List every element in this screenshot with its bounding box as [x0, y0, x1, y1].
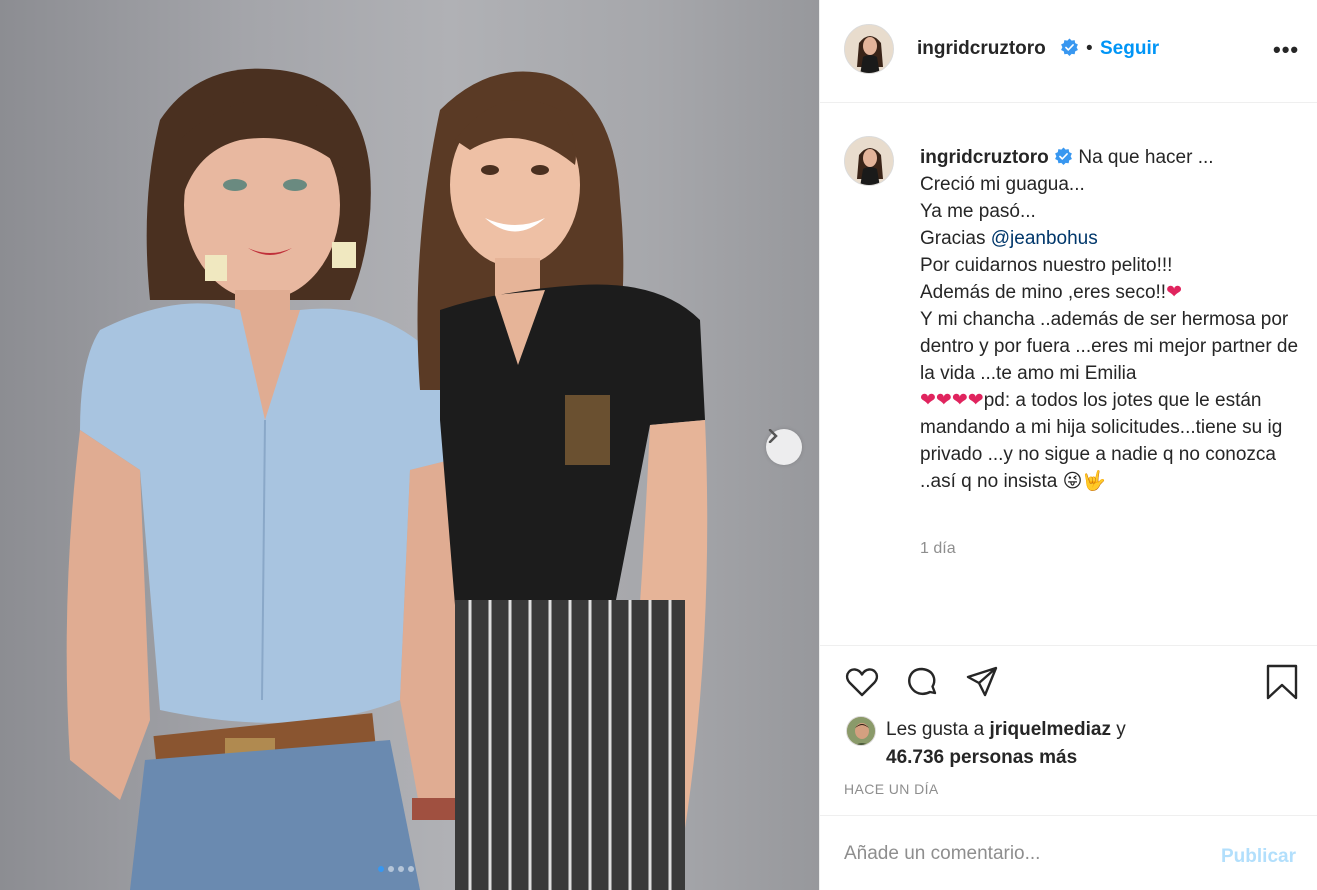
comment-box: Publicar — [820, 815, 1317, 890]
heart-emoji: ❤ — [951, 390, 968, 411]
caption-avatar[interactable] — [844, 136, 894, 186]
more-options-button[interactable]: ••• — [1273, 37, 1299, 63]
caption-line: Y mi chancha ..además de ser hermosa por… — [920, 309, 1304, 384]
carousel-dot — [378, 866, 384, 872]
post-actions: Les gusta a jriquelmediaz y 46.736 perso… — [820, 645, 1317, 815]
wink-emoji: 😜 — [1062, 471, 1083, 492]
liker-avatar[interactable] — [846, 716, 876, 746]
carousel-indicator — [378, 866, 414, 872]
carousel-dot — [398, 866, 404, 872]
caption-text: ingridcruztoro Na que hacer ... Creció m… — [920, 144, 1300, 495]
comment-icon[interactable] — [904, 664, 940, 700]
next-photo-button[interactable] — [766, 429, 802, 465]
follow-button[interactable]: Seguir — [1100, 38, 1159, 60]
separator-dot: • — [1086, 38, 1093, 59]
caption-line: Ya me pasó... — [920, 201, 1036, 222]
comment-input[interactable] — [844, 843, 1194, 865]
heart-emoji: ❤ — [935, 390, 952, 411]
avatar-image — [845, 137, 893, 185]
chevron-right-icon — [768, 429, 778, 443]
caption-time: 1 día — [920, 540, 956, 557]
caption-line: Por cuidarnos nuestro pelito!!! — [920, 255, 1173, 276]
liker-username[interactable]: jriquelmediaz — [990, 719, 1111, 740]
likes-summary: Les gusta a jriquelmediaz y 46.736 perso… — [886, 716, 1126, 772]
caption-line: Además de mino ,eres seco!! — [920, 282, 1167, 303]
heart-emoji: ❤ — [967, 390, 984, 411]
heart-emoji: ❤ — [920, 390, 936, 411]
likes-prefix: Les gusta a — [886, 719, 990, 740]
caption-area: ingridcruztoro Na que hacer ... Creció m… — [820, 104, 1317, 644]
carousel-dot — [408, 866, 414, 872]
caption-line: Gracias — [920, 228, 991, 249]
heart-emoji: ❤ — [1166, 282, 1182, 303]
caption-line: Creció mi guagua... — [920, 174, 1085, 195]
heart-icon[interactable] — [844, 664, 880, 700]
caption-username[interactable]: ingridcruztoro — [920, 147, 1049, 168]
publish-button[interactable]: Publicar — [1221, 846, 1296, 868]
verified-badge-icon — [1061, 38, 1078, 56]
avatar[interactable] — [844, 24, 894, 74]
username-link[interactable]: ingridcruztoro — [917, 38, 1046, 60]
photo-illustration — [66, 68, 708, 890]
hand-emoji: 🤟 — [1082, 471, 1107, 492]
post-photo[interactable] — [0, 0, 819, 890]
avatar-image — [847, 717, 875, 745]
post-side-panel: ingridcruztoro • Seguir ••• ingridcruzto… — [819, 0, 1317, 890]
post-timestamp: HACE UN DÍA — [844, 781, 939, 797]
bookmark-icon[interactable] — [1264, 664, 1300, 700]
caption-line: Na que hacer ... — [1078, 147, 1214, 168]
verified-badge-icon — [1055, 147, 1072, 165]
carousel-dot — [388, 866, 394, 872]
mention-link[interactable]: @jeanbohus — [991, 228, 1098, 249]
avatar-image — [845, 25, 893, 73]
post-header: ingridcruztoro • Seguir ••• — [820, 0, 1317, 103]
likes-connector: y — [1110, 719, 1126, 740]
share-icon[interactable] — [964, 664, 1000, 700]
likes-count[interactable]: 46.736 personas más — [886, 747, 1077, 768]
